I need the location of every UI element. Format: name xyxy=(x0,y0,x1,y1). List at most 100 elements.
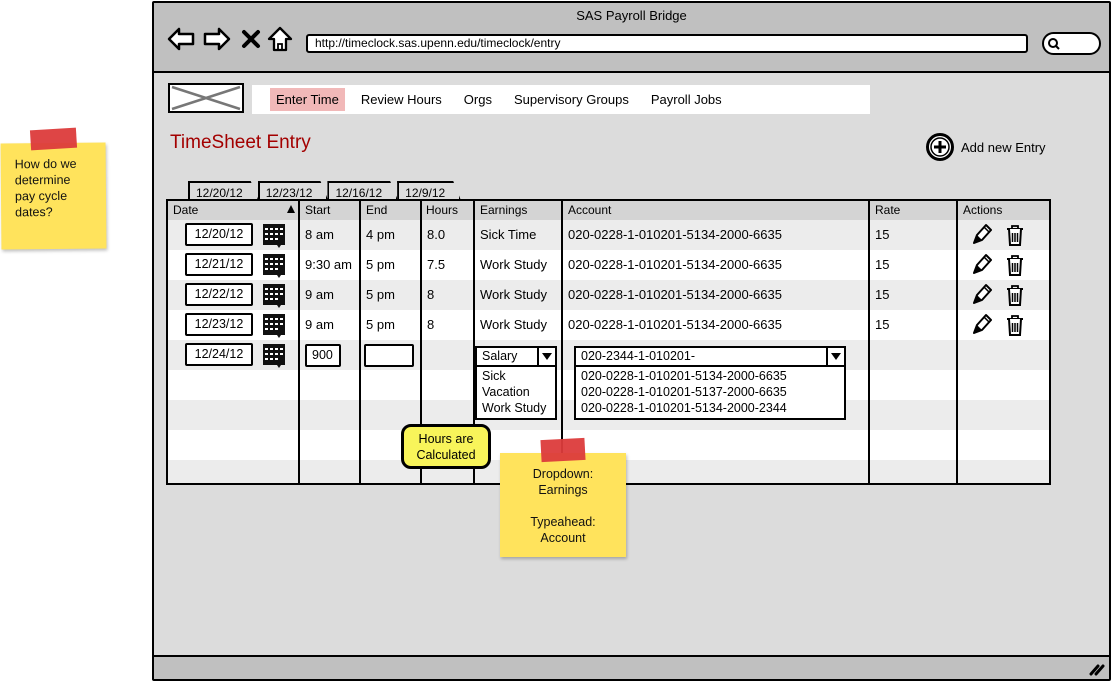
calendar-icon[interactable] xyxy=(262,253,286,279)
pencil-edit-icon[interactable] xyxy=(970,283,992,307)
plus-circle-icon xyxy=(926,133,954,161)
timesheet-table: Date Start End Hours Earnings Account Ra… xyxy=(166,199,1051,485)
table-header: Date Start End Hours Earnings Account Ra… xyxy=(168,201,1049,220)
nav-supervisory-groups[interactable]: Supervisory Groups xyxy=(508,88,635,111)
calendar-icon[interactable] xyxy=(262,313,286,339)
account-typeahead[interactable]: 020-2344-1-010201- xyxy=(574,346,846,367)
column-header-end[interactable]: End xyxy=(366,203,387,217)
sort-ascending-icon[interactable] xyxy=(287,205,295,213)
date-input[interactable]: 12/21/12 xyxy=(185,253,253,276)
account-value: 020-0228-1-010201-5134-2000-6635 xyxy=(568,227,782,242)
rate-value: 15 xyxy=(875,257,890,272)
nav-orgs[interactable]: Orgs xyxy=(458,88,498,111)
home-icon xyxy=(267,26,293,52)
note-line: Account xyxy=(540,531,586,545)
earnings-option[interactable]: Work Study xyxy=(482,400,550,416)
date-input[interactable]: 12/22/12 xyxy=(185,283,253,306)
rate-value: 15 xyxy=(875,287,890,302)
main-nav: Enter Time Review Hours Orgs Supervisory… xyxy=(252,85,870,114)
tab-pay-period[interactable]: 12/20/12 xyxy=(188,181,259,201)
date-input[interactable]: 12/24/12 xyxy=(185,343,253,366)
page-title: TimeSheet Entry xyxy=(170,132,311,153)
nav-payroll-jobs[interactable]: Payroll Jobs xyxy=(645,88,728,111)
new-entry-row: 12/24/12 900 Salary Sick Vacation Work S… xyxy=(168,340,1049,420)
rate-value: 15 xyxy=(875,227,890,242)
table-row: 12/20/12 8 am 4 pm 8.0 Sick Time 020-0228-1-0… xyxy=(168,220,1049,250)
forward-arrow-icon xyxy=(203,27,231,51)
trash-delete-icon[interactable] xyxy=(1004,313,1026,337)
earnings-value: Work Study xyxy=(480,257,547,272)
column-header-start[interactable]: Start xyxy=(305,203,330,217)
calendar-icon[interactable] xyxy=(262,223,286,249)
home-button[interactable] xyxy=(267,25,293,53)
hours-value: 8.0 xyxy=(427,227,446,242)
start-time: 9 am xyxy=(305,287,334,302)
column-header-date[interactable]: Date xyxy=(173,203,198,217)
resize-grip-icon[interactable] xyxy=(1089,662,1105,676)
account-suggestion[interactable]: 020-0228-1-010201-5137-2000-6635 xyxy=(581,384,839,400)
add-new-entry-label: Add new Entry xyxy=(961,139,1046,155)
earnings-option[interactable]: Vacation xyxy=(482,384,550,400)
browser-toolbar: SAS Payroll Bridge http://timeclock.sas.… xyxy=(154,3,1109,73)
account-suggestion[interactable]: 020-0228-1-010201-5134-2000-2344 xyxy=(581,400,839,416)
note-line: Typeahead: xyxy=(530,515,596,529)
rate-value: 15 xyxy=(875,317,890,332)
trash-delete-icon[interactable] xyxy=(1004,253,1026,277)
tab-pay-period[interactable]: 12/9/12 xyxy=(397,181,461,201)
start-time: 8 am xyxy=(305,227,334,242)
account-suggestions-list: 020-0228-1-010201-5134-2000-6635 020-022… xyxy=(574,367,846,420)
account-typeahead-value: 020-2344-1-010201- xyxy=(581,349,695,363)
chevron-down-icon[interactable] xyxy=(826,348,844,365)
browser-search-field[interactable] xyxy=(1042,32,1101,55)
nav-review-hours[interactable]: Review Hours xyxy=(355,88,448,111)
account-value: 020-0228-1-010201-5134-2000-6635 xyxy=(568,257,782,272)
browser-window: SAS Payroll Bridge http://timeclock.sas.… xyxy=(152,1,1111,681)
note-line: Dropdown: xyxy=(532,467,594,481)
column-header-account[interactable]: Account xyxy=(568,203,611,217)
earnings-dropdown[interactable]: Salary xyxy=(475,346,557,367)
browser-statusbar xyxy=(154,655,1109,679)
date-input[interactable]: 12/20/12 xyxy=(185,223,253,246)
back-button[interactable] xyxy=(166,25,196,53)
earnings-value: Work Study xyxy=(480,287,547,302)
hours-value: 8 xyxy=(427,287,435,302)
pencil-edit-icon[interactable] xyxy=(970,223,992,247)
earnings-value: Work Study xyxy=(480,317,547,332)
column-header-actions: Actions xyxy=(963,203,1003,217)
end-time-input[interactable] xyxy=(364,344,414,367)
earnings-option[interactable]: Sick xyxy=(482,368,550,384)
column-header-hours[interactable]: Hours xyxy=(426,203,458,217)
date-input[interactable]: 12/23/12 xyxy=(185,313,253,336)
calendar-icon[interactable] xyxy=(262,343,286,369)
nav-enter-time[interactable]: Enter Time xyxy=(270,88,345,111)
forward-button[interactable] xyxy=(202,25,232,53)
logo-placeholder xyxy=(168,83,244,113)
account-suggestion[interactable]: 020-0228-1-010201-5134-2000-6635 xyxy=(581,368,839,384)
calendar-icon[interactable] xyxy=(262,283,286,309)
pencil-edit-icon[interactable] xyxy=(970,253,992,277)
trash-delete-icon[interactable] xyxy=(1004,223,1026,247)
tab-pay-period[interactable]: 12/16/12 xyxy=(327,181,398,201)
pencil-edit-icon[interactable] xyxy=(970,313,992,337)
column-header-earnings[interactable]: Earnings xyxy=(480,203,527,217)
stop-button[interactable] xyxy=(240,25,262,53)
account-value: 020-0228-1-010201-5134-2000-6635 xyxy=(568,317,782,332)
start-time-input[interactable]: 900 xyxy=(305,344,341,367)
back-arrow-icon xyxy=(167,27,195,51)
trash-delete-icon[interactable] xyxy=(1004,283,1026,307)
earnings-value: Sick Time xyxy=(480,227,537,242)
end-time: 4 pm xyxy=(366,227,395,242)
pay-period-tabs: 12/20/12 12/23/12 12/16/12 12/9/12 xyxy=(188,181,460,201)
column-header-rate[interactable]: Rate xyxy=(875,203,900,217)
image-placeholder-icon xyxy=(171,85,241,111)
tab-pay-period[interactable]: 12/23/12 xyxy=(258,181,329,201)
add-new-entry-button[interactable]: Add new Entry xyxy=(925,132,1046,162)
end-time: 5 pm xyxy=(366,257,395,272)
earnings-selected: Salary xyxy=(482,349,518,363)
url-bar[interactable]: http://timeclock.sas.upenn.edu/timeclock… xyxy=(306,34,1028,53)
sticky-tape xyxy=(29,127,78,151)
sticky-note-text: How do we determine pay cycle dates? xyxy=(14,156,77,220)
chevron-down-icon[interactable] xyxy=(537,348,555,365)
table-row: 12/23/12 9 am 5 pm 8 Work Study 020-0228-1-01… xyxy=(168,310,1049,340)
table-row: 12/21/12 9:30 am 5 pm 7.5 Work Study 020-0228… xyxy=(168,250,1049,280)
